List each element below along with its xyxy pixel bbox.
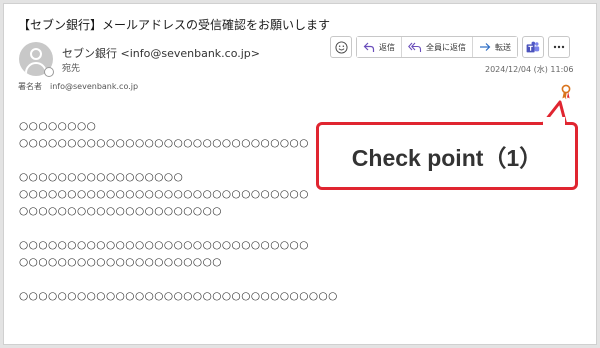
callout-pointer-joint — [543, 117, 565, 125]
email-window: 【セブン銀行】メールアドレスの受信確認をお願いします セブン銀行 <info@s… — [3, 3, 597, 345]
body-line: ○○○○○○○○○○○○○○○○○○○○○ — [19, 256, 222, 268]
teams-share-button[interactable] — [522, 36, 544, 58]
body-line: ○○○○○○○○ — [19, 120, 97, 132]
forward-label: 転送 — [495, 42, 511, 52]
verified-sender-badge-icon[interactable] — [560, 84, 572, 100]
body-line: ○○○○○○○○○○○○○○○○○○○○○○○○○○○○○○ — [19, 239, 309, 251]
forward-button[interactable]: 転送 — [472, 37, 517, 57]
reply-all-arrow-icon — [408, 42, 422, 52]
smiley-icon — [334, 40, 348, 54]
reply-arrow-icon — [363, 42, 375, 52]
recipient-label: 宛先 — [62, 64, 81, 74]
more-actions-button[interactable] — [548, 36, 570, 58]
body-line: ○○○○○○○○○○○○○○○○○○○○○○○○○○○○○○○○○ — [19, 290, 338, 302]
reply-button[interactable]: 返信 — [357, 37, 401, 57]
received-date: 2024/12/04 (水) 11:06 — [485, 65, 574, 74]
teams-icon — [526, 41, 540, 52]
presence-status-icon — [44, 67, 54, 77]
body-blank-line — [19, 271, 338, 288]
callout-text: Check point（1） — [351, 145, 543, 171]
reply-label: 返信 — [379, 42, 395, 52]
avatar-head — [30, 48, 42, 60]
body-line: ○○○○○○○○○○○○○○○○○○○○○ — [19, 205, 222, 217]
reply-all-button[interactable]: 全員に返信 — [401, 37, 472, 57]
signed-by: 署名者 info@sevenbank.co.jp — [18, 81, 138, 92]
signed-by-value: info@sevenbank.co.jp — [50, 82, 139, 91]
message-toolbar: 返信 全員に返信 転送 — [330, 36, 570, 58]
check-point-callout: Check point（1） — [316, 122, 578, 190]
emoji-reaction-button[interactable] — [330, 36, 352, 58]
body-line: ○○○○○○○○○○○○○○○○○ — [19, 171, 184, 183]
sender-name[interactable]: セブン銀行 <info@sevenbank.co.jp> — [62, 45, 260, 61]
forward-arrow-icon — [480, 43, 491, 51]
email-body: ○○○○○○○○ ○○○○○○○○○○○○○○○○○○○○○○○○○○○○○○ … — [19, 118, 338, 305]
body-line: ○○○○○○○○○○○○○○○○○○○○○○○○○○○○○○ — [19, 188, 309, 200]
body-line: ○○○○○○○○○○○○○○○○○○○○○○○○○○○○○○ — [19, 137, 309, 149]
more-icon — [553, 45, 565, 49]
body-blank-line — [19, 220, 338, 237]
reply-button-group: 返信 全員に返信 転送 — [356, 36, 518, 58]
signed-by-label: 署名者 — [18, 82, 42, 91]
email-subject: 【セブン銀行】メールアドレスの受信確認をお願いします — [18, 18, 331, 32]
body-blank-line — [19, 152, 338, 169]
reply-all-label: 全員に返信 — [426, 42, 466, 52]
